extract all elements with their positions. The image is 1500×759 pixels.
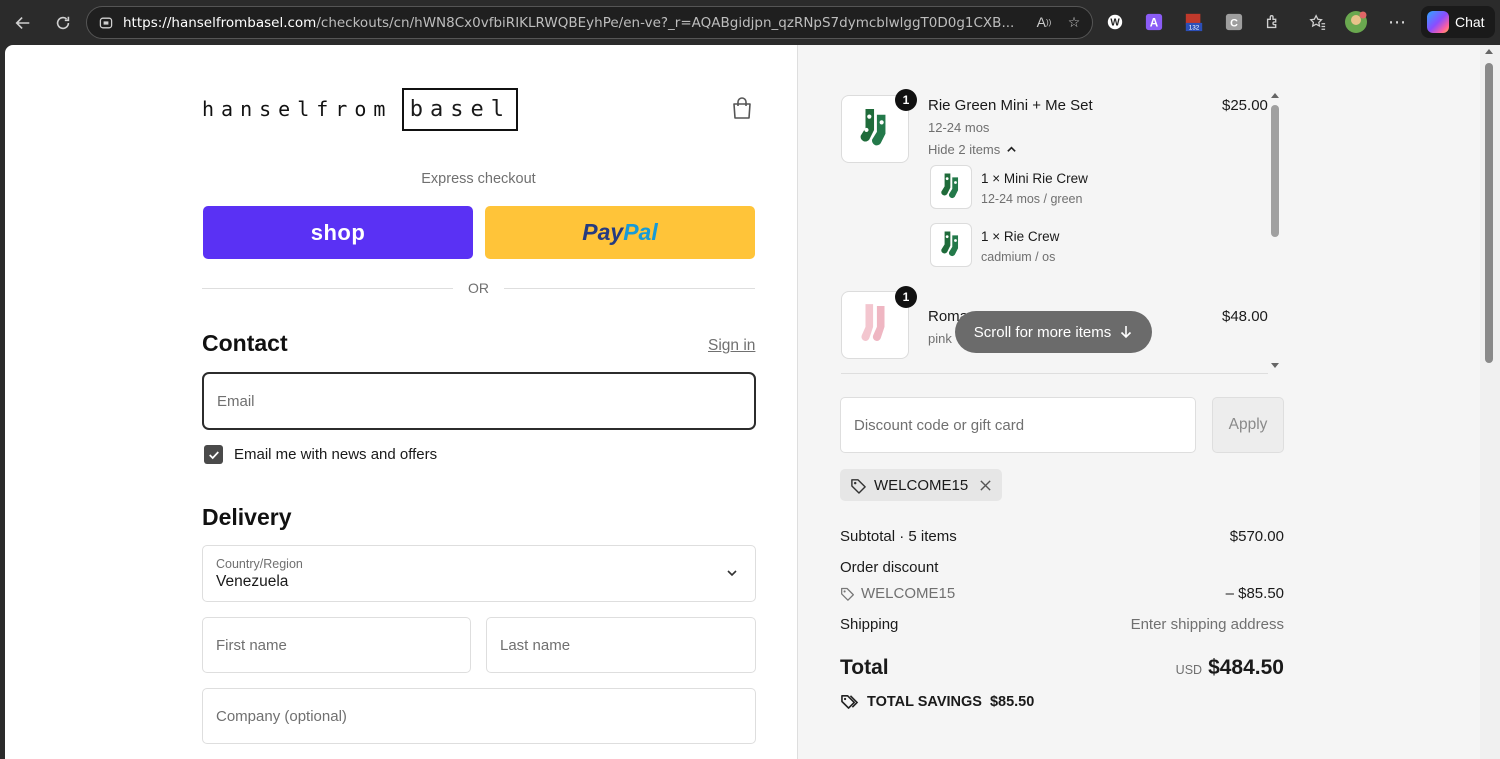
shipping-row: Shipping Enter shipping address [840, 616, 1284, 633]
quantity-badge: 1 [895, 89, 917, 111]
cart-items-scrollbar[interactable] [1270, 93, 1280, 368]
email-field[interactable]: Email [202, 372, 756, 430]
favorites-icon[interactable] [1305, 10, 1329, 34]
last-name-field[interactable]: Last name [486, 617, 756, 673]
green-socks-icon [941, 173, 959, 199]
url-text[interactable]: https://hanselfrombasel.com/checkouts/cn… [123, 15, 1028, 31]
copilot-icon [1427, 11, 1449, 33]
extension-c-icon[interactable]: C [1222, 10, 1246, 34]
discount-code-input[interactable]: Discount code or gift card [840, 397, 1196, 453]
pink-socks-icon [861, 304, 885, 341]
contact-heading: Contact [202, 330, 288, 356]
page-scrollbar[interactable] [1480, 45, 1500, 759]
tags-icon [841, 695, 859, 709]
extension-calendar-icon[interactable]: 132 [1182, 10, 1206, 34]
chevron-down-icon [727, 570, 737, 577]
svg-text:W: W [1110, 18, 1120, 29]
total-row: Total USD $484.50 [840, 656, 1284, 679]
item-price: $48.00 [1222, 308, 1268, 325]
subitem-name: 1 × Mini Rie Crew [981, 171, 1088, 186]
paypal-button[interactable]: Pay Pal [485, 206, 755, 259]
green-socks-icon [860, 109, 886, 146]
scroll-for-more-button[interactable]: Scroll for more items [955, 311, 1152, 353]
shopping-bag-icon[interactable] [731, 96, 753, 120]
country-select[interactable]: Country/Region Venezuela [202, 545, 756, 602]
news-offers-checkbox[interactable] [204, 445, 223, 464]
site-info-icon[interactable] [95, 12, 117, 34]
sign-in-link[interactable]: Sign in [708, 337, 755, 355]
svg-text:132: 132 [1189, 25, 1200, 32]
tag-icon [841, 587, 854, 601]
subitem-image [930, 165, 972, 209]
profile-avatar[interactable] [1344, 10, 1368, 34]
refresh-button[interactable] [48, 8, 78, 38]
extension-w-icon[interactable]: W [1103, 10, 1127, 34]
total-savings: TOTAL SAVINGS $85.50 [840, 693, 1034, 710]
subitem-image [930, 223, 972, 267]
favorite-star-icon[interactable]: ☆ [1064, 12, 1084, 32]
applied-code-chip: WELCOME15 [840, 469, 1003, 501]
divider [841, 373, 1268, 374]
svg-text:A: A [1150, 17, 1159, 30]
checkmark-icon [208, 450, 219, 459]
news-offers-option[interactable]: Email me with news and offers [204, 445, 437, 464]
discount-code-row: WELCOME15 – $85.50 [840, 585, 1284, 602]
back-button[interactable] [8, 8, 38, 38]
subitem-variant: 12-24 mos / green [981, 192, 1083, 206]
item-name: Rie Green Mini + Me Set [928, 97, 1093, 114]
delivery-heading: Delivery [202, 504, 292, 530]
tag-icon [851, 478, 866, 494]
news-offers-label: Email me with news and offers [234, 446, 438, 463]
remove-code-icon[interactable] [979, 479, 992, 492]
copilot-chat-button[interactable]: Chat [1421, 6, 1495, 38]
order-discount-row: Order discount [840, 559, 939, 576]
arrow-down-icon [1121, 326, 1132, 339]
more-menu-icon[interactable]: ⋯ [1385, 10, 1409, 34]
quantity-badge: 1 [895, 286, 917, 308]
store-logo[interactable]: hanselfrom basel [202, 87, 519, 131]
item-price: $25.00 [1222, 97, 1268, 114]
shop-pay-button[interactable]: shop [203, 206, 473, 259]
item-variant: pink [928, 331, 952, 346]
subtotal-row: Subtotal · 5 items $570.00 [840, 528, 1284, 545]
extension-a-icon[interactable]: A [1142, 10, 1166, 34]
svg-text:C: C [1230, 18, 1238, 30]
hide-items-toggle[interactable]: Hide 2 items [928, 142, 1017, 157]
chevron-up-icon [1007, 146, 1017, 152]
company-field[interactable]: Company (optional) [202, 688, 756, 744]
read-aloud-icon[interactable]: A)) [1034, 12, 1054, 32]
item-variant: 12-24 mos [928, 120, 990, 135]
address-bar[interactable]: https://hanselfrombasel.com/checkouts/cn… [86, 6, 1093, 39]
express-checkout-label: Express checkout [421, 171, 536, 187]
back-arrow-icon [15, 16, 30, 29]
first-name-field[interactable]: First name [202, 617, 471, 673]
checkout-page: hanselfrom basel Express checkout shop P… [5, 45, 1480, 759]
or-divider: OR [202, 280, 755, 296]
refresh-icon [56, 16, 70, 29]
apply-discount-button[interactable]: Apply [1212, 397, 1284, 453]
subitem-name: 1 × Rie Crew [981, 229, 1060, 244]
extensions-puzzle-icon[interactable] [1261, 10, 1285, 34]
subitem-variant: cadmium / os [981, 250, 1056, 264]
green-socks-icon [941, 231, 959, 257]
